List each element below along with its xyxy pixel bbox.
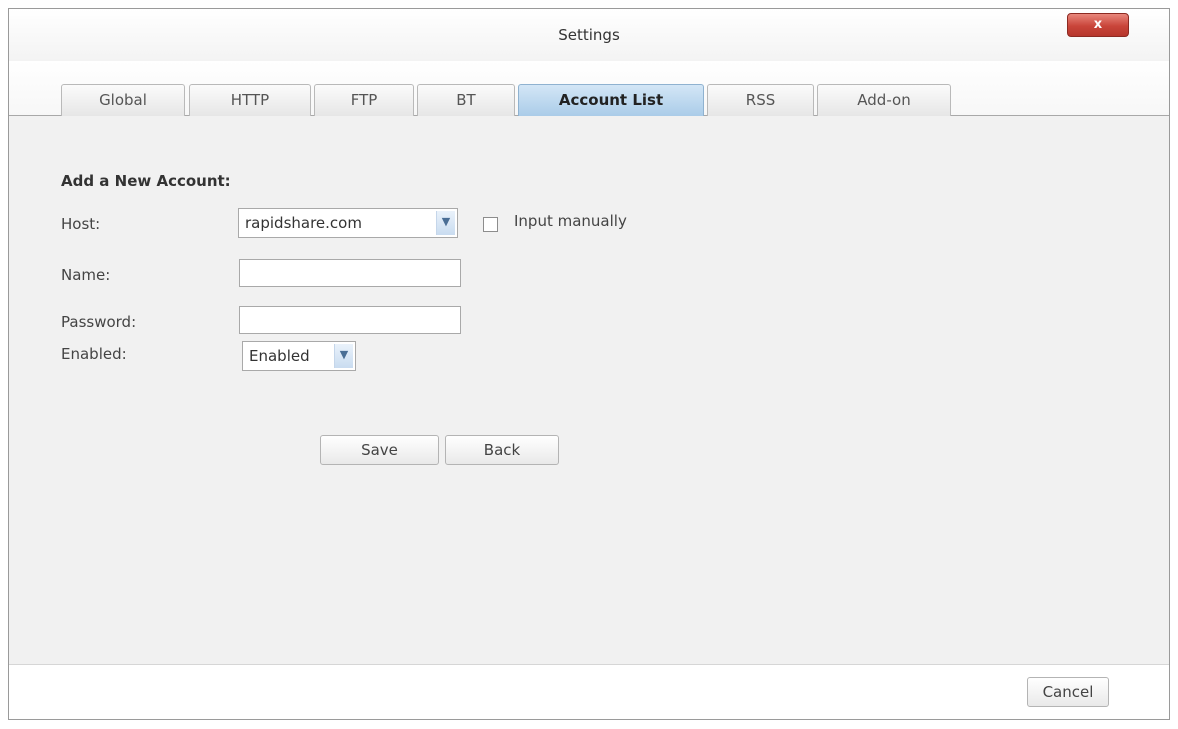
chevron-down-icon: ▼ <box>436 211 455 235</box>
section-title: Add a New Account: <box>61 172 231 190</box>
account-form-panel: Add a New Account: Host: rapidshare.com … <box>9 116 1169 664</box>
tab-account-list[interactable]: Account List <box>518 84 704 117</box>
close-icon: x <box>1093 17 1103 32</box>
save-button[interactable]: Save <box>320 435 439 465</box>
host-select[interactable]: rapidshare.com ▼ <box>238 208 458 238</box>
tab-add-on[interactable]: Add-on <box>817 84 951 116</box>
back-button[interactable]: Back <box>445 435 559 465</box>
enabled-select[interactable]: Enabled ▼ <box>242 341 356 371</box>
tab-ftp[interactable]: FTP <box>314 84 414 116</box>
input-manually-checkbox[interactable] <box>483 217 498 232</box>
tab-global[interactable]: Global <box>61 84 185 116</box>
host-label: Host: <box>61 215 101 233</box>
password-label: Password: <box>61 313 137 331</box>
tab-http[interactable]: HTTP <box>189 84 311 116</box>
chevron-down-icon: ▼ <box>334 344 353 368</box>
enabled-label: Enabled: <box>61 345 127 363</box>
host-select-value: rapidshare.com <box>245 214 362 232</box>
input-manually-label: Input manually <box>514 212 627 230</box>
dialog-footer: Cancel <box>9 664 1169 719</box>
close-button[interactable]: x <box>1067 13 1129 37</box>
name-label: Name: <box>61 266 111 284</box>
password-field[interactable] <box>239 306 461 334</box>
settings-window: Settings x Global HTTP FTP BT Account Li… <box>8 8 1170 720</box>
window-title: Settings <box>558 26 620 44</box>
enabled-select-value: Enabled <box>249 347 310 365</box>
title-bar: Settings x <box>9 9 1169 61</box>
name-field[interactable] <box>239 259 461 287</box>
tab-bt[interactable]: BT <box>417 84 515 116</box>
tab-rss[interactable]: RSS <box>707 84 814 116</box>
tab-bar: Global HTTP FTP BT Account List RSS Add-… <box>9 61 1169 117</box>
cancel-button[interactable]: Cancel <box>1027 677 1109 707</box>
